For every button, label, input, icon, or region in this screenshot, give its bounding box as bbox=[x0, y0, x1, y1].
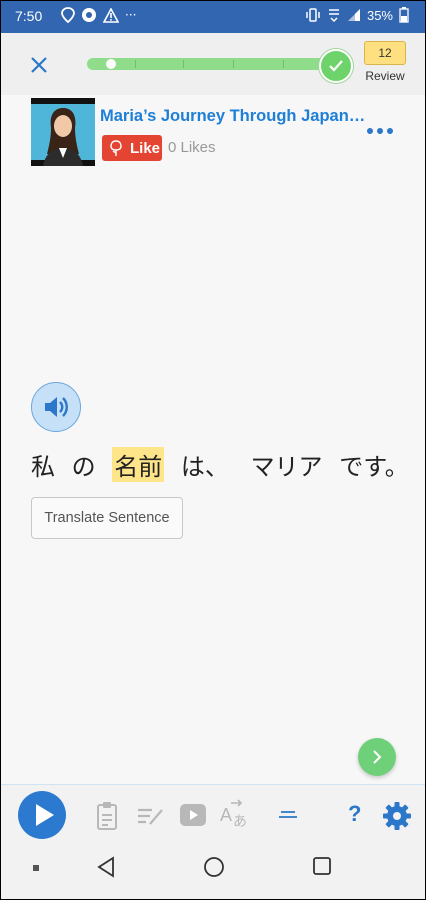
progress-divider bbox=[233, 60, 234, 68]
lesson-info: Maria’s Journey Through Japan-… Like 0 L… bbox=[1, 95, 425, 171]
app-screen: 7:50 ··· 35% 12 Review Maria’s Journey T… bbox=[0, 0, 426, 900]
checkmark-icon bbox=[329, 60, 343, 72]
svg-text:A: A bbox=[220, 805, 232, 825]
warning-icon bbox=[103, 7, 119, 23]
progress-divider bbox=[183, 60, 184, 68]
like-button[interactable]: Like bbox=[102, 135, 162, 161]
app-notification-icon bbox=[82, 8, 96, 22]
sentence-word[interactable]: は、 bbox=[181, 447, 229, 482]
lesson-thumbnail[interactable] bbox=[31, 98, 95, 166]
progress-divider bbox=[283, 60, 284, 68]
next-button[interactable] bbox=[358, 738, 396, 776]
more-notifications-indicator: ··· bbox=[125, 8, 137, 22]
system-navigation-bar bbox=[1, 846, 425, 899]
sentence-word[interactable]: 私 bbox=[31, 447, 55, 482]
sentence-word[interactable]: の bbox=[72, 447, 96, 482]
video-icon[interactable] bbox=[179, 803, 207, 827]
progress-knob bbox=[106, 59, 116, 69]
battery-icon bbox=[399, 7, 409, 23]
svg-text:あ: あ bbox=[233, 814, 247, 829]
location-icon bbox=[61, 7, 75, 23]
battery-percent: 35% bbox=[366, 7, 393, 23]
play-audio-button[interactable] bbox=[31, 382, 81, 432]
sentence-word[interactable]: です。 bbox=[339, 447, 409, 482]
more-options-icon[interactable] bbox=[367, 128, 393, 134]
play-icon bbox=[36, 804, 54, 826]
rose-icon bbox=[110, 140, 122, 156]
overview-icon[interactable] bbox=[312, 856, 332, 876]
lesson-thumbnail-image bbox=[31, 98, 95, 166]
chevron-right-icon bbox=[373, 750, 382, 764]
recents-dot-icon[interactable] bbox=[32, 864, 40, 872]
lesson-progress-header: 12 Review bbox=[1, 33, 425, 95]
sentence-word-highlighted[interactable]: 名前 bbox=[112, 447, 165, 482]
progress-divider bbox=[135, 60, 136, 68]
gear-icon[interactable] bbox=[382, 801, 412, 831]
translate-icon[interactable]: A あ bbox=[219, 799, 249, 829]
sentence-word[interactable]: マリア bbox=[251, 447, 323, 482]
review-label: Review bbox=[365, 69, 405, 83]
status-system-icons: 35% bbox=[305, 7, 409, 23]
data-icon bbox=[328, 9, 339, 22]
bottom-toolbar: A あ ? bbox=[1, 784, 425, 847]
like-label: Like bbox=[130, 139, 161, 157]
review-button[interactable]: 12 Review bbox=[364, 41, 406, 83]
write-icon[interactable] bbox=[136, 805, 164, 827]
vibrate-icon bbox=[306, 8, 320, 22]
status-time: 7:50 bbox=[15, 8, 43, 24]
status-bar: 7:50 ··· 35% bbox=[1, 1, 425, 33]
likes-count: 0 Likes bbox=[168, 139, 216, 156]
home-icon[interactable] bbox=[203, 856, 225, 878]
review-count-badge: 12 bbox=[364, 41, 406, 65]
progress-complete-check bbox=[319, 49, 353, 83]
help-button[interactable]: ? bbox=[348, 801, 361, 827]
progress-bar bbox=[87, 58, 337, 70]
flashcard-icon[interactable] bbox=[96, 801, 118, 831]
sentence: 私 の 名前 は、 マリア です。 bbox=[31, 447, 418, 482]
play-button[interactable] bbox=[18, 791, 66, 839]
close-icon[interactable] bbox=[27, 53, 51, 77]
status-notification-icons: ··· bbox=[61, 7, 136, 23]
subtitle-icon[interactable] bbox=[278, 810, 298, 820]
back-icon[interactable] bbox=[96, 856, 116, 878]
lesson-title[interactable]: Maria’s Journey Through Japan-… bbox=[100, 107, 370, 126]
translate-sentence-button[interactable]: Translate Sentence bbox=[31, 497, 183, 539]
signal-icon bbox=[347, 9, 360, 21]
speaker-icon bbox=[45, 397, 68, 417]
